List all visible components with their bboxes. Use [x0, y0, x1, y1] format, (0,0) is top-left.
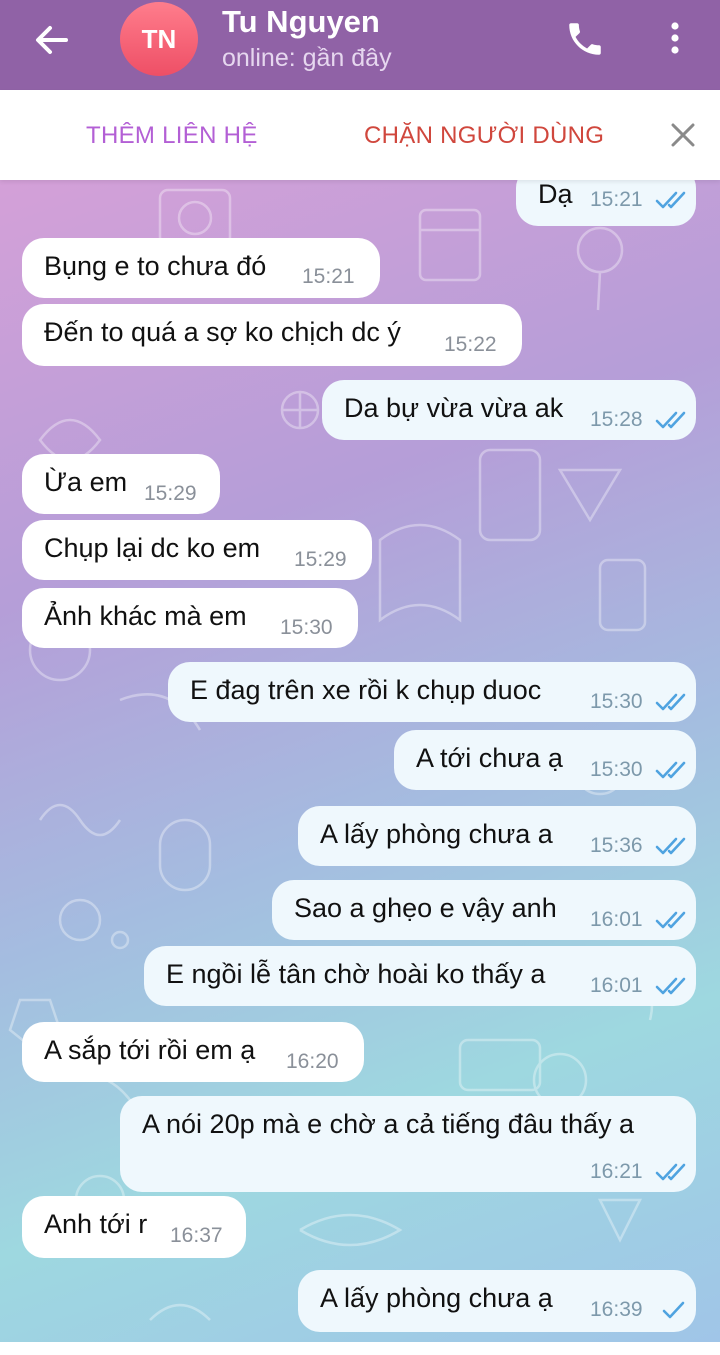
- message-bubble-in[interactable]: Ảnh khác mà em 15:30: [22, 588, 358, 648]
- more-vertical-icon[interactable]: [660, 18, 690, 58]
- message-time: 16:20: [286, 1050, 339, 1073]
- message-text: E ngồi lễ tân chờ hoài ko thấy a: [166, 959, 546, 989]
- message-text: A nói 20p mà e chờ a cả tiếng đâu thấy a: [142, 1109, 635, 1139]
- double-check-icon: [655, 837, 686, 855]
- double-check-icon: [655, 911, 686, 929]
- message-text: A tới chưa ạ: [416, 743, 563, 773]
- message-time: 16:39: [590, 1298, 643, 1321]
- contact-action-bar: THÊM LIÊN HỆ CHẶN NGƯỜI DÙNG: [0, 90, 720, 180]
- message-time: 15:30: [280, 616, 333, 639]
- message-text: Đến to quá a sợ ko chịch dc ý: [44, 317, 401, 347]
- message-text: Ảnh khác mà em: [44, 601, 247, 631]
- add-contact-button[interactable]: THÊM LIÊN HỆ: [86, 122, 258, 150]
- message-text: Dạ: [538, 180, 573, 209]
- message-bubble-out[interactable]: E ngồi lễ tân chờ hoài ko thấy a 16:01: [144, 946, 696, 1006]
- message-bubble-out[interactable]: A lấy phòng chưa a 15:36: [298, 806, 696, 866]
- message-time: 15:29: [294, 548, 347, 571]
- message-bubble-in[interactable]: Đến to quá a sợ ko chịch dc ý 15:22: [22, 304, 522, 366]
- message-time: 15:30: [590, 690, 643, 713]
- message-time: 15:21: [302, 265, 355, 288]
- contact-name[interactable]: Tu Nguyen: [222, 4, 380, 40]
- message-text: Bụng e to chưa đó: [44, 251, 267, 281]
- message-time: 15:22: [444, 333, 497, 356]
- message-text: A sắp tới rồi em ạ: [44, 1035, 256, 1065]
- message-bubble-out[interactable]: A lấy phòng chưa ạ 16:39: [298, 1270, 696, 1332]
- message-bubble-out[interactable]: Da bự vừa vừa ak 15:28: [322, 380, 696, 440]
- message-bubble-in[interactable]: A sắp tới rồi em ạ 16:20: [22, 1022, 364, 1082]
- message-bubble-in[interactable]: Anh tới r 16:37: [22, 1196, 246, 1258]
- message-bubble-out[interactable]: E đag trên xe rồi k chụp duoc 15:30: [168, 662, 696, 722]
- message-time: 16:21: [590, 1160, 643, 1183]
- double-check-icon: [655, 1163, 686, 1181]
- double-check-icon: [655, 761, 686, 779]
- message-time: 15:21: [590, 188, 643, 211]
- double-check-icon: [655, 191, 686, 209]
- close-icon[interactable]: [668, 120, 698, 150]
- message-time: 15:28: [590, 408, 643, 431]
- message-text: Sao a ghẹo e vậy anh: [294, 893, 557, 923]
- message-list[interactable]: Dạ 15:21 Bụng e to chưa đó 15:21 Đến to quá …: [0, 180, 720, 1355]
- input-area-edge: [0, 1342, 720, 1355]
- message-bubble-out[interactable]: A tới chưa ạ 15:30: [394, 730, 696, 790]
- double-check-icon: [655, 693, 686, 711]
- block-user-button[interactable]: CHẶN NGƯỜI DÙNG: [364, 122, 604, 150]
- message-bubble-out[interactable]: A nói 20p mà e chờ a cả tiếng đâu thấy a…: [120, 1096, 696, 1192]
- message-text: Ừa em: [44, 467, 128, 497]
- avatar[interactable]: TN: [120, 2, 198, 76]
- message-text: A lấy phòng chưa a: [320, 819, 553, 849]
- message-time: 16:37: [170, 1224, 223, 1247]
- message-text: A lấy phòng chưa ạ: [320, 1283, 553, 1313]
- double-check-icon: [655, 411, 686, 429]
- message-text: Anh tới r: [44, 1209, 148, 1239]
- phone-icon[interactable]: [564, 18, 606, 60]
- double-check-icon: [655, 977, 686, 995]
- message-text: Da bự vừa vừa ak: [344, 393, 564, 423]
- message-time: 15:29: [144, 482, 197, 505]
- message-text: Chụp lại dc ko em: [44, 533, 261, 563]
- message-bubble-out[interactable]: Dạ 15:21: [516, 180, 696, 226]
- message-time: 16:01: [590, 974, 643, 997]
- message-bubble-out[interactable]: Sao a ghẹo e vậy anh 16:01: [272, 880, 696, 940]
- chat-header: TN Tu Nguyen online: gần đây: [0, 0, 720, 90]
- message-time: 15:36: [590, 834, 643, 857]
- message-bubble-in[interactable]: Bụng e to chưa đó 15:21: [22, 238, 380, 298]
- single-check-icon: [662, 1301, 685, 1319]
- message-text: E đag trên xe rồi k chụp duoc: [190, 675, 542, 705]
- back-arrow-icon[interactable]: [32, 20, 72, 60]
- message-time: 15:30: [590, 758, 643, 781]
- message-time: 16:01: [590, 908, 643, 931]
- contact-status: online: gần đây: [222, 44, 392, 72]
- message-bubble-in[interactable]: Chụp lại dc ko em 15:29: [22, 520, 372, 580]
- message-bubble-in[interactable]: Ừa em 15:29: [22, 454, 220, 514]
